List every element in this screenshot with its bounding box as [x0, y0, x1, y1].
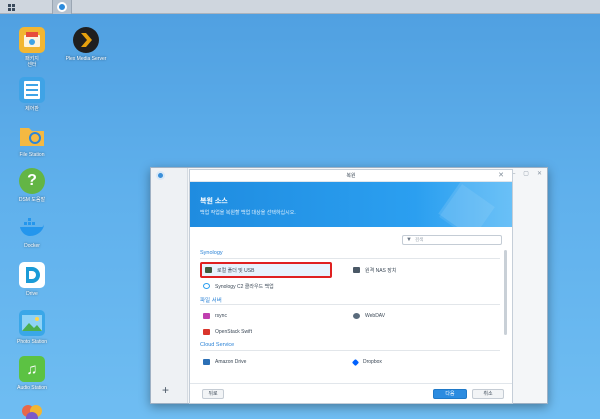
- list-row: 로컬 폴더 및 USB 원격 NAS 장치: [200, 262, 500, 278]
- option-label: 원격 NAS 장치: [365, 267, 397, 274]
- section-divider: [200, 350, 500, 351]
- maximize-icon[interactable]: ▢: [523, 171, 529, 177]
- list-row: rsync WebDAV: [200, 308, 500, 324]
- option-amazon-drive[interactable]: Amazon Drive: [200, 354, 350, 370]
- rsync-icon: [203, 313, 210, 319]
- dropbox-icon: [351, 358, 360, 366]
- list-row: OpenStack Swift: [200, 324, 500, 340]
- desktop-icon-docker[interactable]: Docker: [0, 214, 64, 249]
- desktop-icon-label: Plex Media Server: [65, 56, 107, 62]
- help-icon: ?: [19, 168, 45, 194]
- option-label: Dropbox: [363, 359, 382, 365]
- option-synology-c2[interactable]: Synology C2 클라우드 백업: [200, 278, 350, 294]
- option-label: OpenStack Swift: [215, 329, 252, 335]
- drive-icon: [19, 262, 45, 288]
- desktop-icon-label: Audio Station: [17, 385, 47, 391]
- close-window-icon[interactable]: ✕: [537, 171, 542, 177]
- option-label: Synology C2 클라우드 백업: [215, 283, 274, 290]
- desktop-icon-label: Photo Station: [16, 339, 48, 345]
- section-divider: [200, 258, 500, 259]
- desktop-icon-label: Drive: [26, 291, 38, 297]
- section-title: Synology: [200, 250, 223, 256]
- list-row: Synology C2 클라우드 백업: [200, 278, 500, 294]
- docker-icon: [19, 214, 45, 240]
- hyper-backup-window: + ? — ▢ ✕ 복원 ✕ 복원 소스 백업 작업을 복원할 백업 대상을 선…: [150, 167, 548, 404]
- moments-icon: [19, 402, 45, 419]
- plex-icon: [73, 27, 99, 53]
- search-placeholder: 검색: [414, 237, 424, 242]
- desktop-icon-file-station[interactable]: File Station: [0, 123, 64, 158]
- option-remote-nas[interactable]: 원격 NAS 장치: [350, 262, 500, 278]
- option-dropbox[interactable]: Dropbox: [350, 354, 500, 370]
- desktop-icon-drive[interactable]: Drive: [0, 262, 64, 297]
- desktop-icon-control-panel[interactable]: 제어판: [0, 77, 64, 112]
- synology-c2-icon: [203, 283, 210, 289]
- add-icon[interactable]: +: [162, 384, 169, 396]
- filter-icon: ▼: [406, 237, 412, 243]
- restore-wizard-dialog: 복원 ✕ 복원 소스 백업 작업을 복원할 백업 대상을 선택하십시오. ▼ 검…: [189, 169, 513, 404]
- option-label: 로컬 폴더 및 USB: [217, 267, 255, 274]
- desktop-icon-label: File Station: [19, 152, 45, 158]
- desktop-icon-label: 패키지 센터: [25, 56, 39, 68]
- list-row: Amazon Drive Dropbox: [200, 354, 500, 370]
- option-rsync[interactable]: rsync: [200, 308, 350, 324]
- desktop-icon-audio-station[interactable]: ♫ Audio Station: [0, 356, 64, 391]
- dialog-footer: 뒤로 다음 취소: [190, 383, 512, 403]
- source-list: Synology 로컬 폴더 및 USB 원격 NAS 장치 Synology …: [200, 248, 500, 370]
- main-menu-button[interactable]: [0, 0, 22, 14]
- search-input[interactable]: ▼ 검색: [402, 235, 502, 245]
- option-label: Amazon Drive: [215, 359, 247, 365]
- desktop-icon-photo-station[interactable]: Photo Station: [0, 310, 64, 345]
- photo-station-icon: [19, 310, 45, 336]
- hyper-backup-icon: [57, 2, 67, 12]
- dialog-title: 복원: [346, 173, 356, 179]
- option-openstack-swift[interactable]: OpenStack Swift: [200, 324, 350, 340]
- openstack-icon: [203, 329, 210, 335]
- webdav-icon: [353, 313, 360, 319]
- package-center-icon: [19, 27, 45, 53]
- dialog-titlebar: 복원 ✕: [190, 170, 512, 182]
- list-scrollbar[interactable]: [504, 250, 507, 335]
- taskbar-app-hyper-backup[interactable]: [52, 0, 72, 14]
- section-divider: [200, 304, 500, 305]
- local-folder-usb-icon: [205, 267, 212, 273]
- option-label: WebDAV: [365, 313, 386, 319]
- desktop-icon-plex[interactable]: Plex Media Server: [54, 27, 118, 62]
- section-title: 파일 서버: [200, 298, 222, 304]
- desktop-icon-dsm-help[interactable]: ? DSM 도움말: [0, 168, 64, 203]
- option-local-folder-usb[interactable]: 로컬 폴더 및 USB: [200, 262, 332, 278]
- control-panel-icon: [19, 77, 45, 103]
- remote-nas-icon: [353, 267, 360, 273]
- folder-icon: [19, 123, 45, 149]
- desktop-icon-label: 제어판: [25, 106, 39, 112]
- close-icon[interactable]: ✕: [498, 172, 504, 179]
- back-button[interactable]: 뒤로: [202, 388, 224, 399]
- desktop-icon-moments[interactable]: [0, 402, 64, 419]
- desktop-icon-label: DSM 도움말: [18, 197, 46, 203]
- grid-icon: [7, 3, 15, 11]
- audio-station-icon: ♫: [19, 356, 45, 382]
- window-sidebar: +: [151, 168, 188, 403]
- cancel-button[interactable]: 취소: [472, 388, 504, 399]
- option-webdav[interactable]: WebDAV: [350, 308, 500, 324]
- wizard-banner: 복원 소스 백업 작업을 복원할 백업 대상을 선택하십시오.: [190, 182, 512, 227]
- amazon-drive-icon: [203, 359, 210, 365]
- option-label: rsync: [215, 313, 227, 319]
- section-title: Cloud Service: [200, 342, 235, 348]
- taskbar: [0, 0, 600, 14]
- desktop-icon-label: Docker: [24, 243, 40, 249]
- next-button[interactable]: 다음: [433, 388, 467, 399]
